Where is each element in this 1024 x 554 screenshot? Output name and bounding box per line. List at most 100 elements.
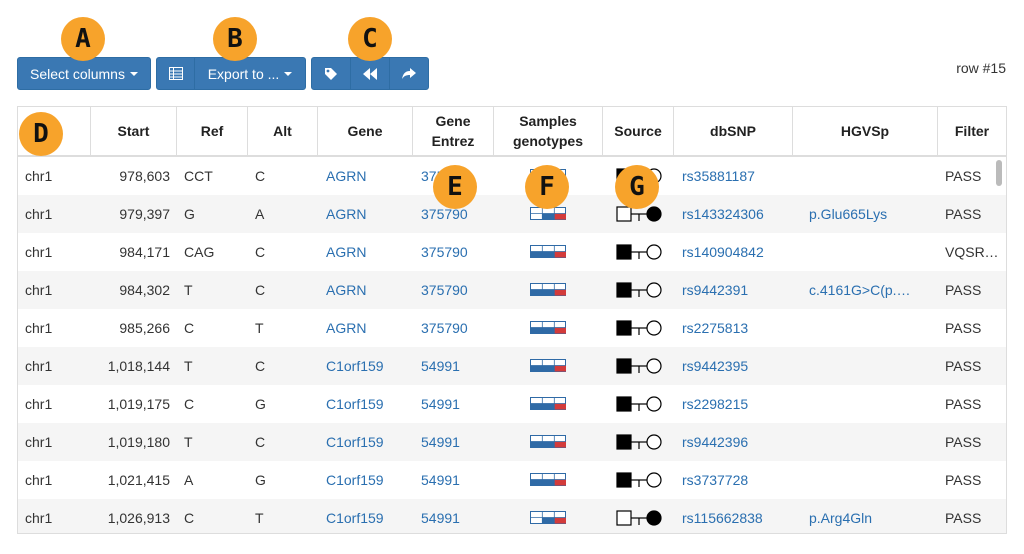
cell-filter: PASS bbox=[945, 282, 982, 298]
vertical-scrollbar[interactable] bbox=[996, 160, 1002, 186]
cell-hgvsp[interactable]: c.4161G>C(p.… bbox=[793, 271, 938, 309]
share-button[interactable] bbox=[390, 58, 428, 89]
cell-alt: A bbox=[255, 206, 265, 222]
callout-badge-g: G bbox=[615, 165, 659, 209]
cell-chrom: chr1 bbox=[25, 168, 53, 184]
tag-button[interactable] bbox=[312, 58, 351, 89]
cell-gene[interactable]: C1orf159 bbox=[318, 461, 413, 499]
cell-dbsnp[interactable]: rs9442391 bbox=[674, 271, 793, 309]
header-alt[interactable]: Alt bbox=[248, 107, 318, 155]
cell-start: 985,266 bbox=[119, 320, 170, 336]
table-row[interactable]: chr1 1,026,913 C T C1orf159 54991 rs115662838 p… bbox=[18, 499, 1006, 533]
variants-table: Start Ref Alt Gene Gene Entrez Samples g… bbox=[17, 106, 1007, 534]
cell-start: 984,171 bbox=[119, 244, 170, 260]
cell-start: 1,026,913 bbox=[107, 510, 170, 526]
cell-hgvsp[interactable] bbox=[793, 347, 938, 385]
pedigree-icon bbox=[616, 320, 662, 336]
header-samples-genotypes[interactable]: Samples genotypes bbox=[494, 107, 603, 155]
header-dbsnp[interactable]: dbSNP bbox=[674, 107, 793, 155]
select-columns-button[interactable]: Select columns bbox=[17, 57, 151, 90]
cell-start: 1,021,415 bbox=[107, 472, 170, 488]
cell-gene[interactable]: AGRN bbox=[318, 157, 413, 195]
table-row[interactable]: chr1 984,302 T C AGRN 375790 rs9442391 c.4161G>… bbox=[18, 271, 1006, 309]
cell-hgvsp[interactable] bbox=[793, 461, 938, 499]
rewind-button[interactable] bbox=[351, 58, 390, 89]
cell-dbsnp[interactable]: rs2298215 bbox=[674, 385, 793, 423]
genotype-chart-icon[interactable] bbox=[530, 511, 566, 524]
genotype-chart-icon[interactable] bbox=[530, 435, 566, 448]
cell-entrez[interactable]: 54991 bbox=[413, 499, 494, 533]
table-row[interactable]: chr1 1,018,144 T C C1orf159 54991 rs9442395 PAS… bbox=[18, 347, 1006, 385]
header-start[interactable]: Start bbox=[91, 107, 177, 155]
genotype-chart-icon[interactable] bbox=[530, 283, 566, 296]
table-row[interactable]: chr1 1,019,175 C G C1orf159 54991 rs2298215 PAS… bbox=[18, 385, 1006, 423]
pedigree-icon bbox=[616, 510, 662, 526]
header-ref[interactable]: Ref bbox=[177, 107, 248, 155]
cell-gene[interactable]: C1orf159 bbox=[318, 423, 413, 461]
cell-entrez[interactable]: 375790 bbox=[413, 233, 494, 271]
table-row[interactable]: chr1 979,397 G A AGRN 375790 rs143324306 p.Glu6… bbox=[18, 195, 1006, 233]
cell-alt: T bbox=[255, 510, 264, 526]
genotype-chart-icon[interactable] bbox=[530, 359, 566, 372]
tag-icon bbox=[325, 67, 337, 80]
cell-gene[interactable]: AGRN bbox=[318, 195, 413, 233]
caret-down-icon bbox=[284, 71, 293, 76]
table-row[interactable]: chr1978,603CCTCAGRN375790rs35881187PASS bbox=[18, 157, 1006, 195]
genotype-chart-icon[interactable] bbox=[530, 397, 566, 410]
table-row[interactable]: chr1 984,171 CAG C AGRN 375790 rs140904842 VQSR… bbox=[18, 233, 1006, 271]
cell-dbsnp[interactable]: rs140904842 bbox=[674, 233, 793, 271]
cell-entrez[interactable]: 375790 bbox=[413, 309, 494, 347]
cell-dbsnp[interactable]: rs9442395 bbox=[674, 347, 793, 385]
callout-badge-e: E bbox=[433, 165, 477, 209]
cell-entrez[interactable]: 54991 bbox=[413, 423, 494, 461]
cell-gene[interactable]: C1orf159 bbox=[318, 385, 413, 423]
cell-hgvsp[interactable] bbox=[793, 309, 938, 347]
cell-filter: VQSRTr… bbox=[945, 244, 1006, 260]
cell-gene[interactable]: C1orf159 bbox=[318, 499, 413, 533]
cell-hgvsp[interactable] bbox=[793, 423, 938, 461]
cell-start: 984,302 bbox=[119, 282, 170, 298]
cell-entrez[interactable]: 54991 bbox=[413, 347, 494, 385]
cell-dbsnp[interactable]: rs2275813 bbox=[674, 309, 793, 347]
table-row[interactable]: chr1 1,019,180 T C C1orf159 54991 rs9442396 PAS… bbox=[18, 423, 1006, 461]
genotype-chart-icon[interactable] bbox=[530, 473, 566, 486]
callout-badge-c: C bbox=[348, 17, 392, 61]
cell-alt: G bbox=[255, 472, 266, 488]
pedigree-icon bbox=[616, 396, 662, 412]
cell-hgvsp[interactable]: p.Arg4Gln bbox=[793, 499, 938, 533]
export-label: Export to ... bbox=[207, 65, 280, 82]
table-row[interactable]: chr1 985,266 C T AGRN 375790 rs2275813 PASS bbox=[18, 309, 1006, 347]
cell-alt: T bbox=[255, 320, 264, 336]
cell-dbsnp[interactable]: rs115662838 bbox=[674, 499, 793, 533]
cell-hgvsp[interactable]: p.Glu665Lys bbox=[793, 195, 938, 233]
genotype-chart-icon[interactable] bbox=[530, 245, 566, 258]
genotype-chart-icon[interactable] bbox=[530, 321, 566, 334]
header-source[interactable]: Source bbox=[603, 107, 674, 155]
cell-hgvsp[interactable] bbox=[793, 157, 938, 195]
cell-hgvsp[interactable] bbox=[793, 233, 938, 271]
cell-dbsnp[interactable]: rs143324306 bbox=[674, 195, 793, 233]
cell-gene[interactable]: C1orf159 bbox=[318, 347, 413, 385]
cell-ref: C bbox=[184, 510, 195, 526]
table-row[interactable]: chr1 1,021,415 A G C1orf159 54991 rs3737728 PAS… bbox=[18, 461, 1006, 499]
header-gene-entrez[interactable]: Gene Entrez bbox=[413, 107, 494, 155]
cell-filter: PASS bbox=[945, 510, 982, 526]
cell-entrez[interactable]: 375790 bbox=[413, 271, 494, 309]
cell-entrez[interactable]: 54991 bbox=[413, 461, 494, 499]
cell-gene[interactable]: AGRN bbox=[318, 309, 413, 347]
cell-gene[interactable]: AGRN bbox=[318, 271, 413, 309]
cell-start: 1,019,180 bbox=[107, 434, 170, 450]
cell-dbsnp[interactable]: rs35881187 bbox=[674, 157, 793, 195]
cell-entrez[interactable]: 54991 bbox=[413, 385, 494, 423]
cell-dbsnp[interactable]: rs3737728 bbox=[674, 461, 793, 499]
cell-ref: C bbox=[184, 396, 195, 412]
export-button[interactable]: Export to ... bbox=[156, 57, 306, 90]
header-filter[interactable]: Filter bbox=[938, 107, 1006, 155]
cell-dbsnp[interactable]: rs9442396 bbox=[674, 423, 793, 461]
cell-gene[interactable]: AGRN bbox=[318, 233, 413, 271]
header-hgvsp[interactable]: HGVSp bbox=[793, 107, 938, 155]
row-counter: row #15 bbox=[956, 60, 1006, 76]
table-header: Start Ref Alt Gene Gene Entrez Samples g… bbox=[18, 107, 1006, 157]
header-gene[interactable]: Gene bbox=[318, 107, 413, 155]
cell-hgvsp[interactable] bbox=[793, 385, 938, 423]
